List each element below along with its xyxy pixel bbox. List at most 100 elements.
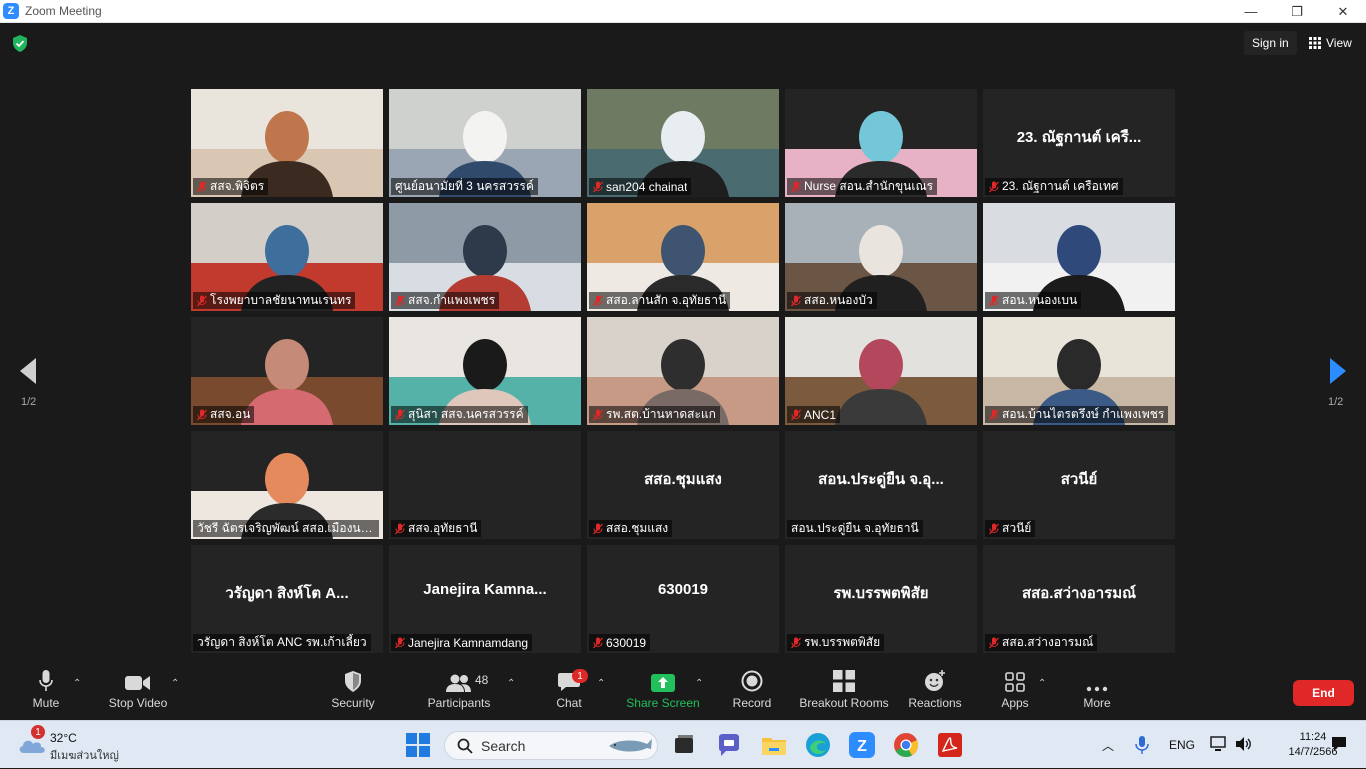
muted-mic-icon bbox=[791, 637, 801, 648]
participant-name-label: Nurse สอน.สำนักขุนเณร bbox=[787, 178, 938, 195]
tray-microphone-icon[interactable] bbox=[1132, 735, 1152, 755]
participants-count: 48 bbox=[475, 673, 489, 687]
participant-tile[interactable]: สุนิสา สสจ.นครสวรรค์ bbox=[389, 317, 581, 425]
participant-tile[interactable]: สสอ.ลานสัก จ.อุทัยธานี bbox=[587, 203, 779, 311]
edge-browser-icon[interactable] bbox=[805, 732, 831, 758]
participant-name: สุนิสา สสจ.นครสวรรค์ bbox=[408, 407, 524, 421]
participant-tile[interactable]: โรงพยาบาลชัยนาทนเรนทร bbox=[191, 203, 383, 311]
minimize-button[interactable]: — bbox=[1228, 0, 1274, 23]
more-dots-icon bbox=[1086, 686, 1108, 692]
participant-tile[interactable]: san204 chainat bbox=[587, 89, 779, 197]
volume-icon[interactable] bbox=[1234, 735, 1252, 753]
grid-view-icon bbox=[1309, 37, 1321, 49]
participant-name-label: วรัญดา สิงห์โต ANC รพ.เก้าเลี้ยว bbox=[193, 634, 371, 651]
participant-tile[interactable]: 23. ณัฐกานต์ เครื... 23. ณัฐกานต์ เครือเท… bbox=[983, 89, 1175, 197]
teams-chat-icon[interactable] bbox=[716, 732, 742, 758]
participant-display-name: สสอ.ชุมแสง bbox=[644, 471, 722, 488]
weather-widget[interactable]: 1 32°C มีเมฆส่วนใหญ่ bbox=[18, 725, 138, 763]
close-button[interactable]: ✕ bbox=[1320, 0, 1366, 23]
participant-name-label: สวนีย์ bbox=[985, 520, 1036, 537]
audio-options-caret[interactable]: ⌃ bbox=[73, 678, 81, 689]
participant-tile[interactable]: สสอ.สว่างอารมณ์ สสอ.สว่างอารมณ์ bbox=[983, 545, 1175, 653]
chat-unread-badge: 1 bbox=[572, 669, 588, 683]
zoom-logo-icon: Z bbox=[3, 3, 19, 19]
muted-mic-icon bbox=[197, 409, 207, 420]
participant-tile[interactable]: Janejira Kamna... Janejira Kamnamdang bbox=[389, 545, 581, 653]
participants-options-caret[interactable]: ⌃ bbox=[507, 678, 515, 689]
participant-name: Nurse สอน.สำนักขุนเณร bbox=[804, 179, 934, 193]
participant-name-label: Janejira Kamnamdang bbox=[391, 634, 533, 651]
video-options-caret[interactable]: ⌃ bbox=[171, 678, 179, 689]
participant-name-label: san204 chainat bbox=[589, 178, 692, 195]
zoom-app-icon[interactable]: Z bbox=[849, 732, 875, 758]
view-button[interactable]: View bbox=[1303, 31, 1358, 55]
participant-tile[interactable]: สสอ.ชุมแสง สสอ.ชุมแสง bbox=[587, 431, 779, 539]
breakout-rooms-button[interactable]: Breakout Rooms bbox=[798, 662, 890, 720]
share-options-caret[interactable]: ⌃ bbox=[695, 678, 703, 689]
file-explorer-icon[interactable] bbox=[761, 732, 787, 758]
participant-tile[interactable]: 630019 630019 bbox=[587, 545, 779, 653]
participant-name-label: สสอ.สว่างอารมณ์ bbox=[985, 634, 1098, 651]
apps-options-caret[interactable]: ⌃ bbox=[1038, 678, 1046, 689]
input-language[interactable]: ENG bbox=[1169, 721, 1195, 769]
participant-tile[interactable]: สสจ.อุทัยธานี bbox=[389, 431, 581, 539]
search-icon bbox=[457, 738, 473, 754]
participant-tile[interactable]: วัชรี ฉัตรเจริญพัฒน์ สสอ.เมืองนคร... bbox=[191, 431, 383, 539]
participant-tile[interactable]: สสอ.หนองบัว bbox=[785, 203, 977, 311]
next-page-icon[interactable] bbox=[1328, 356, 1348, 386]
page-indicator-right: 1/2 bbox=[1328, 396, 1344, 408]
participant-display-name: สอน.ประดู่ยืน จ.อุ... bbox=[818, 471, 944, 488]
participant-tile[interactable]: สสจ.กำแพงเพชร bbox=[389, 203, 581, 311]
participant-display-name: สสอ.สว่างอารมณ์ bbox=[1021, 585, 1137, 602]
participant-tile[interactable]: วรัญดา สิงห์โต A... วรัญดา สิงห์โต ANC รพ… bbox=[191, 545, 383, 653]
participant-tile[interactable]: สสจ.พิจิตร bbox=[191, 89, 383, 197]
encryption-shield-icon[interactable] bbox=[12, 35, 28, 52]
participant-tile[interactable]: ANC1 bbox=[785, 317, 977, 425]
stop-video-button[interactable]: Stop Video bbox=[104, 662, 172, 720]
network-icon[interactable] bbox=[1210, 735, 1228, 753]
participant-name: สอน.ประดู่ยืน จ.อุทัยธานี bbox=[791, 521, 919, 535]
mute-button[interactable]: Mute bbox=[26, 662, 66, 720]
participant-name-label: สสอ.หนองบัว bbox=[787, 292, 877, 309]
participant-tile[interactable]: สอน.ประดู่ยืน จ.อุ... สอน.ประดู่ยืน จ.อุท… bbox=[785, 431, 977, 539]
end-meeting-button[interactable]: End bbox=[1293, 680, 1354, 706]
security-button[interactable]: Security bbox=[328, 662, 378, 720]
muted-mic-icon bbox=[791, 181, 801, 192]
participant-tile[interactable]: Nurse สอน.สำนักขุนเณร bbox=[785, 89, 977, 197]
participant-tile[interactable]: รพ.สต.บ้านหาดสะแก bbox=[587, 317, 779, 425]
notifications-icon[interactable] bbox=[1330, 735, 1348, 753]
muted-mic-icon bbox=[395, 637, 405, 648]
participant-tile[interactable]: สวนีย์ สวนีย์ bbox=[983, 431, 1175, 539]
sign-in-button[interactable]: Sign in bbox=[1244, 31, 1297, 55]
participant-tile[interactable]: สสจ.อน bbox=[191, 317, 383, 425]
participant-name-label: รพ.บรรพตพิสัย bbox=[787, 634, 885, 651]
acrobat-reader-icon[interactable] bbox=[937, 732, 963, 758]
chat-options-caret[interactable]: ⌃ bbox=[597, 678, 605, 689]
participant-name: สสจ.พิจิตร bbox=[210, 179, 265, 193]
participant-display-name: รพ.บรรพตพิสัย bbox=[833, 585, 929, 602]
muted-mic-icon bbox=[791, 409, 801, 420]
window-controls: — ❐ ✕ bbox=[1228, 0, 1366, 23]
participant-tile[interactable]: สอน.บ้านไตรตรึงษ์ กำแพงเพชร bbox=[983, 317, 1175, 425]
restore-button[interactable]: ❐ bbox=[1274, 0, 1320, 23]
participant-tile[interactable]: สอน.หนองเบน bbox=[983, 203, 1175, 311]
participant-name: สสจ.อุทัยธานี bbox=[408, 521, 478, 535]
apps-button[interactable]: Apps bbox=[998, 662, 1032, 720]
reactions-button[interactable]: Reactions bbox=[906, 662, 964, 720]
muted-mic-icon bbox=[989, 523, 999, 534]
participant-tile[interactable]: รพ.บรรพตพิสัย รพ.บรรพตพิสัย bbox=[785, 545, 977, 653]
participants-button[interactable]: Participants bbox=[426, 662, 492, 720]
task-view-icon[interactable] bbox=[671, 732, 697, 758]
muted-mic-icon bbox=[593, 409, 603, 420]
smiley-icon bbox=[925, 670, 945, 691]
windows-start-icon[interactable] bbox=[405, 732, 431, 758]
participant-tile[interactable]: ศูนย์อนามัยที่ 3 นครสวรรค์ bbox=[389, 89, 581, 197]
taskbar-search-box[interactable]: Search bbox=[444, 731, 658, 760]
window-titlebar: Z Zoom Meeting — ❐ ✕ bbox=[0, 0, 1366, 23]
share-screen-button[interactable]: Share Screen bbox=[626, 662, 700, 720]
chrome-browser-icon[interactable] bbox=[893, 732, 919, 758]
previous-page-icon[interactable] bbox=[18, 356, 38, 386]
record-button[interactable]: Record bbox=[730, 662, 774, 720]
show-hidden-icons-button[interactable]: ︿ bbox=[1102, 721, 1114, 769]
more-button[interactable]: More bbox=[1080, 662, 1114, 720]
